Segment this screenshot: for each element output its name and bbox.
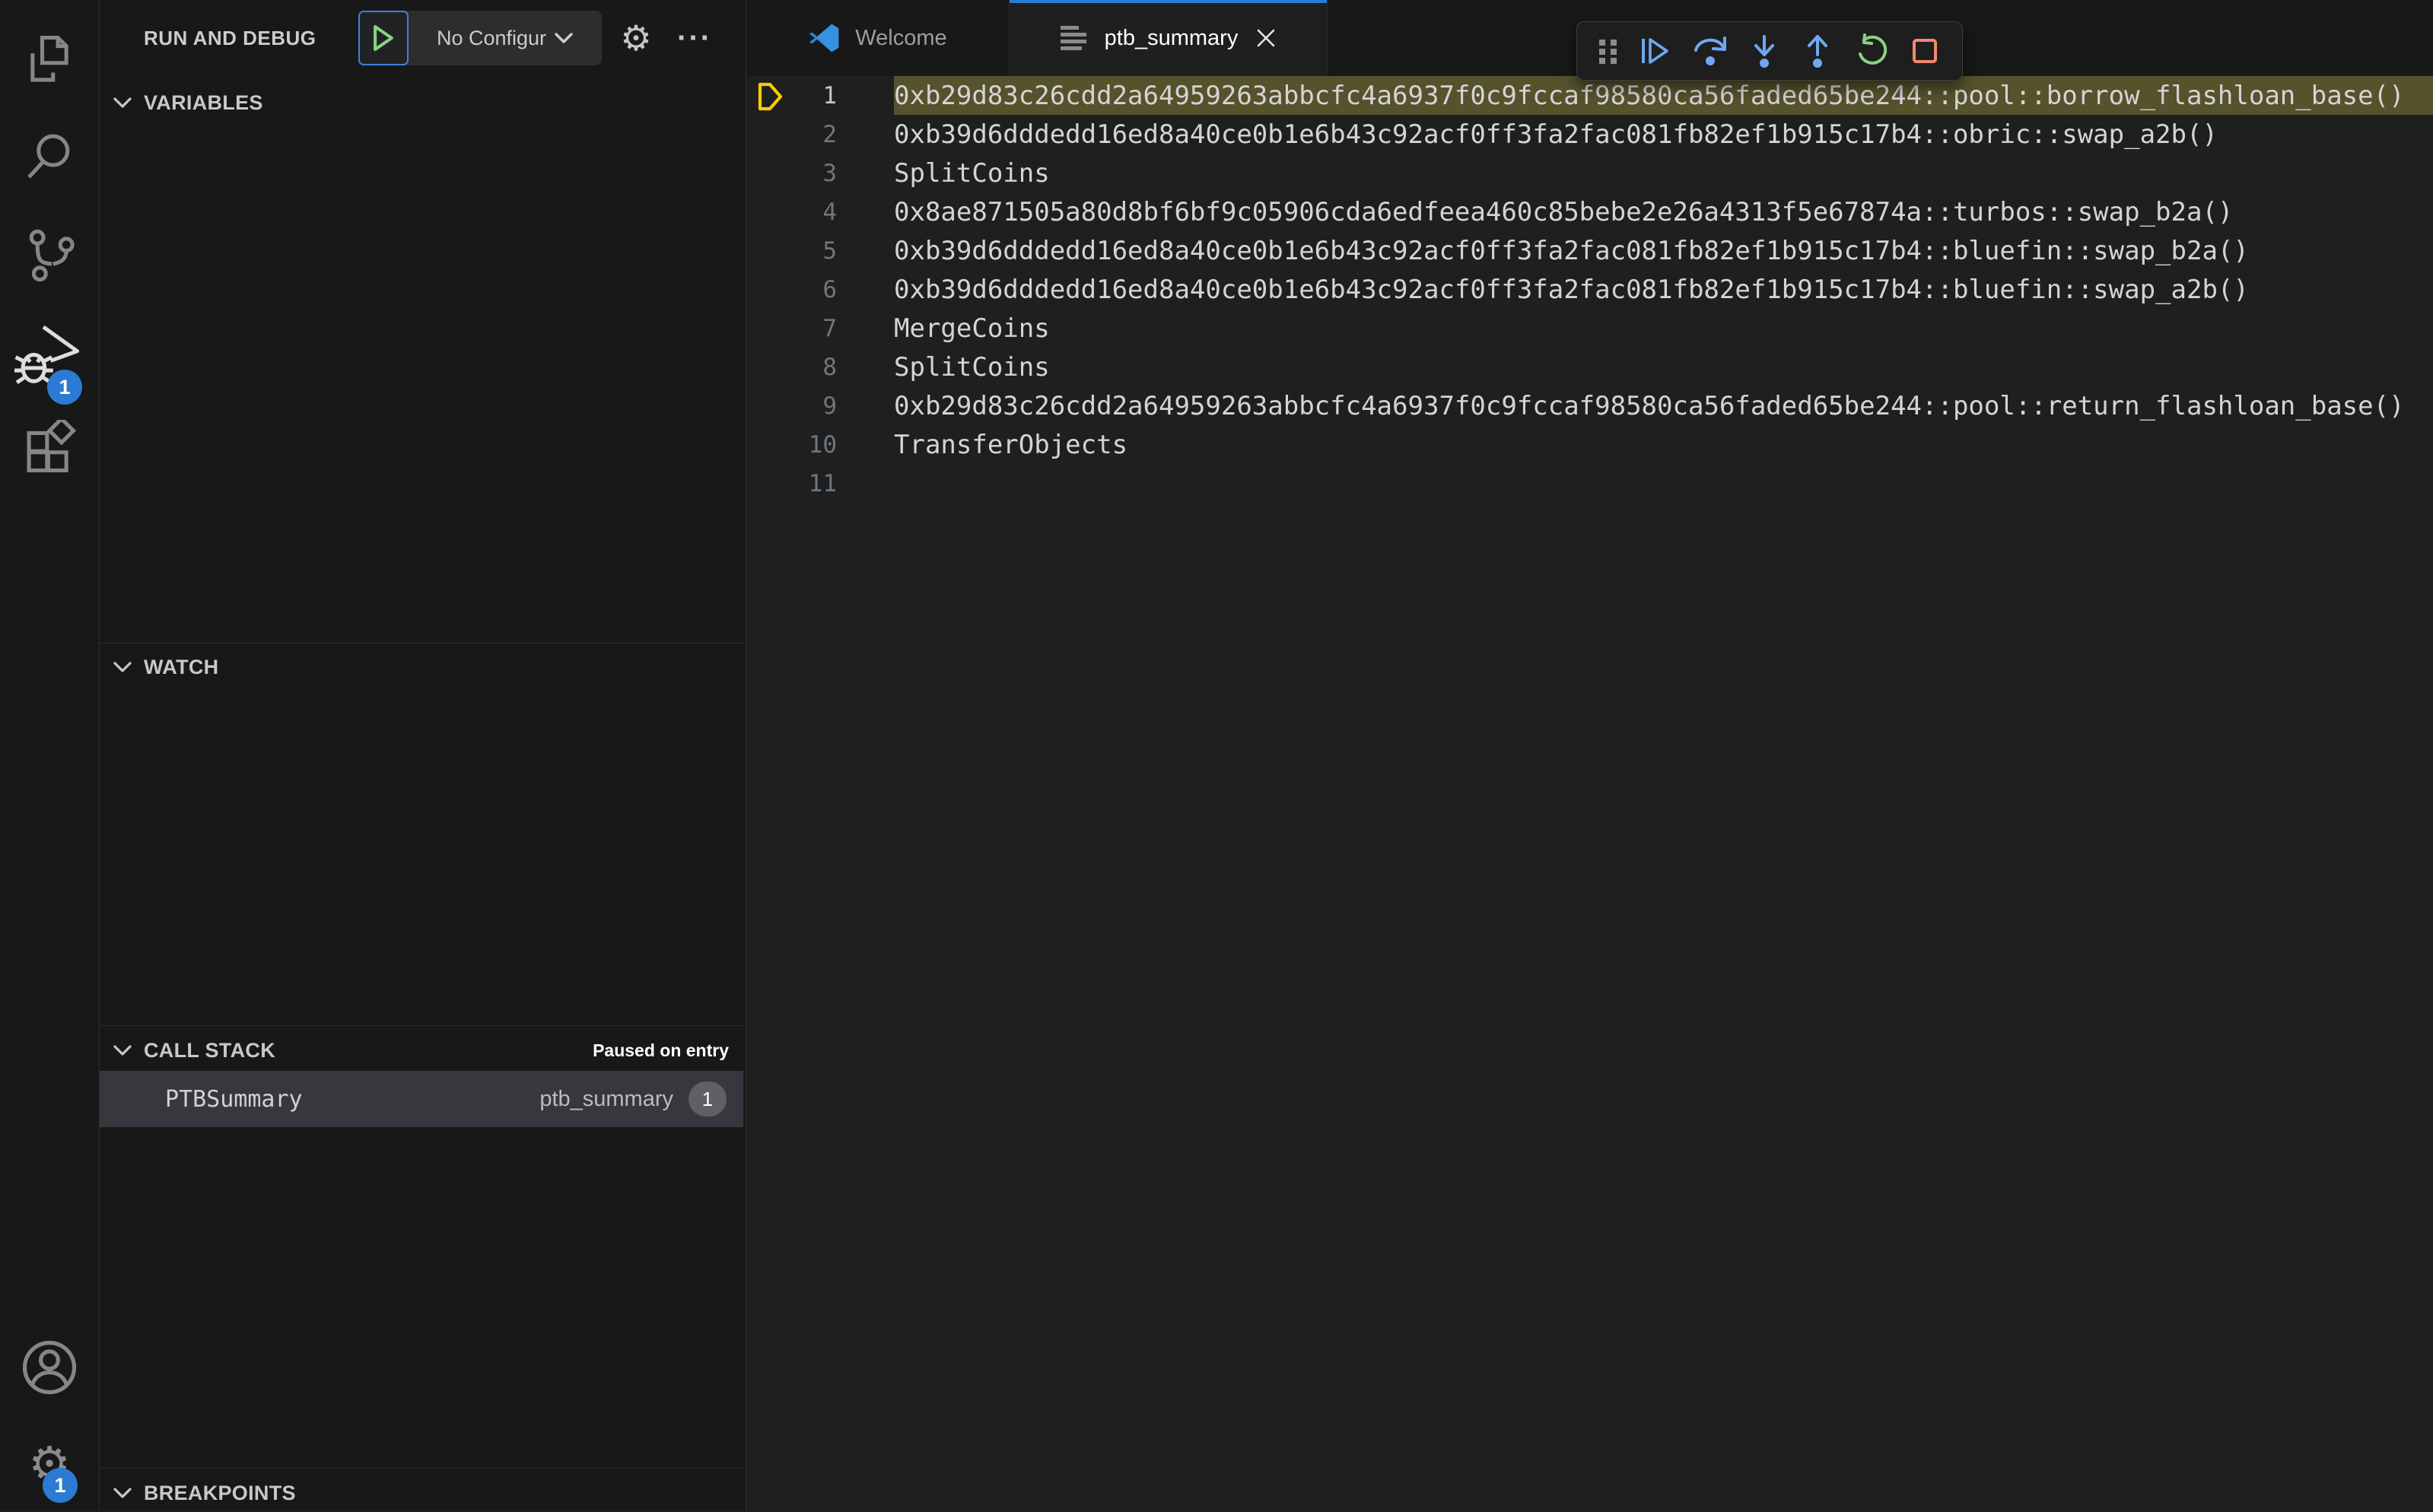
debug-count-badge: 1 — [47, 370, 82, 405]
line-number[interactable]: 4 — [746, 199, 837, 226]
line-number[interactable]: 9 — [746, 392, 837, 420]
tab-welcome[interactable]: Welcome — [746, 0, 1010, 76]
watch-section-label: WATCH — [144, 655, 219, 678]
source-control-icon — [21, 227, 78, 284]
activity-bar: 1 ⚙ 1 — [0, 0, 100, 1510]
code-line: 10 TransferObjects — [746, 425, 2433, 464]
tab-ptb-summary[interactable]: ptb_summary — [1010, 0, 1328, 76]
call-stack-frame-row[interactable]: PTBSummary ptb_summary 1 — [100, 1071, 743, 1127]
account-icon — [20, 1338, 79, 1397]
list-file-icon — [1059, 23, 1091, 53]
step-over-button[interactable] — [1692, 33, 1729, 68]
call-stack-status: Paused on entry — [593, 1040, 729, 1060]
vscode-logo-icon — [808, 21, 841, 55]
line-number[interactable]: 11 — [746, 470, 837, 497]
sidebar-title: RUN AND DEBUG — [144, 26, 316, 49]
chevron-down-icon — [112, 95, 133, 110]
stack-frame-name: PTBSummary — [165, 1085, 303, 1113]
code-text[interactable]: 0xb39d6dddedd16ed8a40ce0b1e6b43c92acf0ff… — [894, 270, 2433, 309]
debug-toolbar — [1576, 21, 1963, 81]
play-icon — [371, 24, 396, 52]
line-number[interactable]: 6 — [746, 276, 837, 303]
variables-section-header[interactable]: VARIABLES — [100, 84, 746, 122]
continue-button[interactable] — [1638, 33, 1673, 68]
line-number[interactable]: 3 — [746, 160, 837, 187]
variables-section-label: VARIABLES — [144, 91, 263, 114]
explorer-icon — [21, 30, 78, 88]
editor-group: Welcome ptb_summary 1 0xb29d83c26cdd2a64… — [746, 0, 2433, 1510]
stop-button[interactable] — [1907, 33, 1942, 68]
close-icon[interactable] — [1255, 27, 1277, 49]
step-into-button[interactable] — [1747, 33, 1782, 68]
code-line: 11 — [746, 464, 2433, 503]
code-text[interactable]: 0xb39d6dddedd16ed8a40ce0b1e6b43c92acf0ff… — [894, 231, 2433, 270]
current-line-arrow-icon — [755, 81, 786, 113]
line-number[interactable]: 5 — [746, 237, 837, 265]
start-debugging-button[interactable] — [358, 11, 409, 65]
stack-frame-file: ptb_summary — [539, 1086, 673, 1111]
code-text[interactable]: 0xb29d83c26cdd2a64959263abbcfc4a6937f0c9… — [894, 76, 2433, 115]
code-line: 5 0xb39d6dddedd16ed8a40ce0b1e6b43c92acf0… — [746, 231, 2433, 270]
code-line: 8 SplitCoins — [746, 348, 2433, 386]
toolbar-drag-handle[interactable] — [1597, 34, 1620, 68]
code-line: 2 0xb39d6dddedd16ed8a40ce0b1e6b43c92acf0… — [746, 115, 2433, 154]
editor-lines: 1 0xb29d83c26cdd2a64959263abbcfc4a6937f0… — [746, 76, 2433, 503]
restart-button[interactable] — [1854, 33, 1889, 68]
views-more-actions-button[interactable]: ··· — [672, 0, 717, 76]
code-text[interactable]: SplitCoins — [894, 154, 2433, 192]
code-text[interactable]: 0xb29d83c26cdd2a64959263abbcfc4a6937f0c9… — [894, 386, 2433, 425]
code-text[interactable]: SplitCoins — [894, 348, 2433, 386]
chevron-down-icon — [112, 659, 133, 675]
watch-section-header[interactable]: WATCH — [100, 648, 746, 686]
line-number[interactable]: 2 — [746, 121, 837, 148]
code-text[interactable] — [894, 464, 2433, 503]
gear-icon: ⚙ — [620, 18, 652, 58]
sidebar-item-run-and-debug[interactable]: 1 — [0, 310, 99, 405]
code-line: 6 0xb39d6dddedd16ed8a40ce0b1e6b43c92acf0… — [746, 270, 2433, 309]
code-line: 7 MergeCoins — [746, 309, 2433, 348]
step-out-button[interactable] — [1800, 33, 1835, 68]
code-line: 3 SplitCoins — [746, 154, 2433, 192]
code-text[interactable]: 0xb39d6dddedd16ed8a40ce0b1e6b43c92acf0ff… — [894, 115, 2433, 154]
run-and-debug-sidebar: RUN AND DEBUG No Configur ⚙ ··· VARIABLE… — [100, 0, 746, 1510]
sidebar-item-source-control[interactable] — [0, 210, 99, 301]
settings-count-badge: 1 — [43, 1468, 78, 1503]
debug-settings-button[interactable]: ⚙ — [613, 0, 659, 76]
chevron-down-icon — [112, 1485, 133, 1501]
tab-welcome-label: Welcome — [855, 25, 947, 50]
line-number[interactable]: 7 — [746, 315, 837, 342]
breakpoints-section-header[interactable]: BREAKPOINTS — [100, 1474, 746, 1512]
call-stack-section-label: CALL STACK — [144, 1038, 275, 1062]
code-text[interactable]: 0x8ae871505a80d8bf6bf9c05906cda6edfeea46… — [894, 192, 2433, 231]
section-divider — [100, 1025, 746, 1026]
code-text[interactable]: TransferObjects — [894, 425, 2433, 464]
stack-frame-line-badge: 1 — [689, 1082, 727, 1117]
account-button[interactable] — [0, 1322, 99, 1413]
breakpoints-section-label: BREAKPOINTS — [144, 1481, 296, 1504]
chevron-down-icon — [554, 31, 574, 45]
code-line: 9 0xb29d83c26cdd2a64959263abbcfc4a6937f0… — [746, 386, 2433, 425]
launch-configuration-control: No Configur — [358, 11, 602, 65]
section-divider — [100, 1468, 746, 1469]
configuration-dropdown-label: No Configur — [436, 26, 547, 49]
configuration-dropdown[interactable]: No Configur — [409, 11, 602, 65]
extensions-icon — [21, 420, 78, 478]
sidebar-item-extensions[interactable] — [0, 403, 99, 494]
sidebar-item-explorer[interactable] — [0, 14, 99, 105]
tab-ptb-summary-label: ptb_summary — [1104, 25, 1239, 50]
code-text[interactable]: MergeCoins — [894, 309, 2433, 348]
line-number[interactable]: 8 — [746, 354, 837, 381]
call-stack-section-header[interactable]: CALL STACK Paused on entry — [100, 1031, 746, 1069]
sidebar-item-search[interactable] — [0, 111, 99, 202]
line-number[interactable]: 10 — [746, 431, 837, 459]
code-line: 4 0x8ae871505a80d8bf6bf9c05906cda6edfeea… — [746, 192, 2433, 231]
chevron-down-icon — [112, 1043, 133, 1058]
manage-settings-button[interactable]: ⚙ 1 — [0, 1419, 99, 1510]
code-line: 1 0xb29d83c26cdd2a64959263abbcfc4a6937f0… — [746, 76, 2433, 115]
search-icon — [21, 128, 78, 186]
